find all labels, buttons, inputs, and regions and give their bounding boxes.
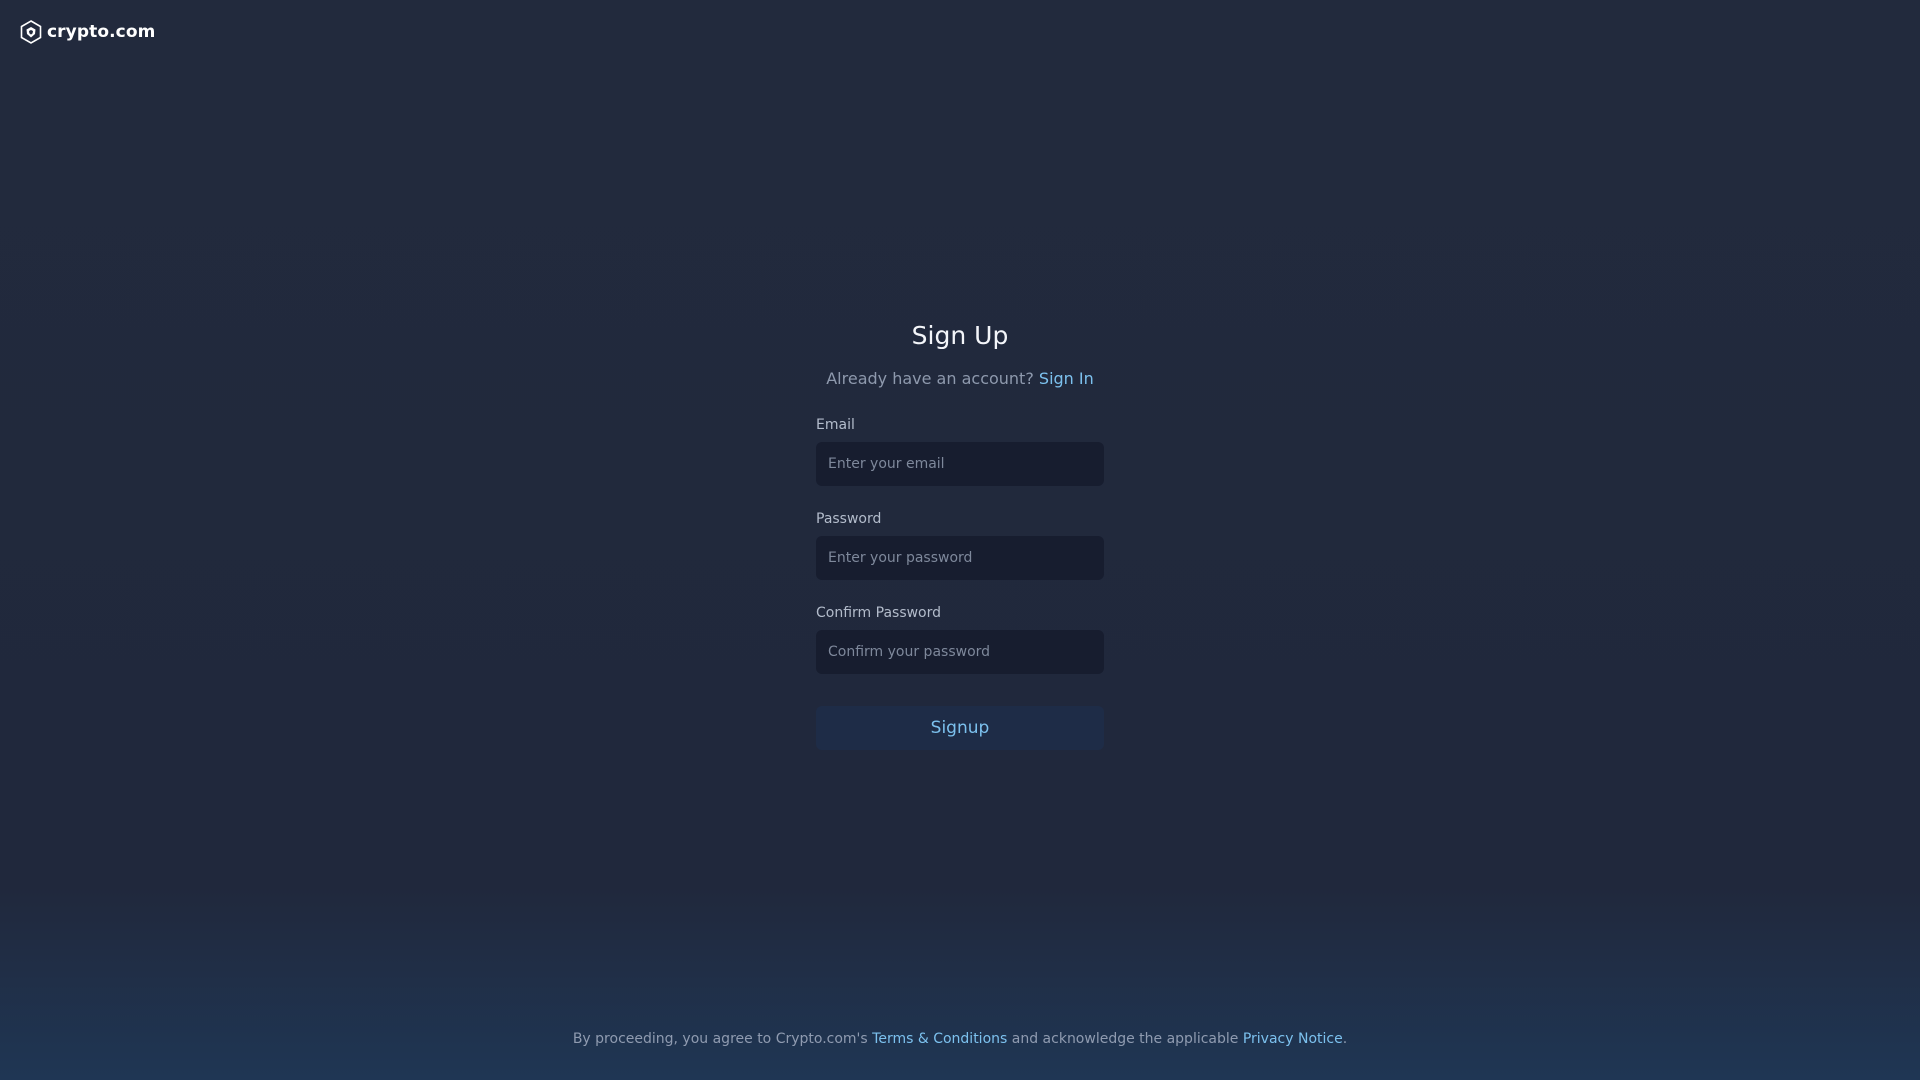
password-field-group: Password — [816, 510, 1104, 580]
confirm-password-input[interactable] — [816, 630, 1104, 674]
page-title: Sign Up — [911, 321, 1009, 350]
signin-prompt-text: Already have an account? — [826, 369, 1034, 388]
password-input[interactable] — [816, 536, 1104, 580]
header-brand: crypto.com — [20, 18, 155, 46]
brand-name: crypto.com — [47, 22, 156, 42]
terms-link[interactable]: Terms & Conditions — [872, 1031, 1007, 1047]
submit-row: Signup — [816, 706, 1104, 750]
footer-middle-text: and acknowledge the applicable — [1011, 1031, 1239, 1047]
legal-footer: By proceeding, you agree to Crypto.com's… — [0, 1031, 1920, 1047]
password-label: Password — [816, 511, 882, 527]
email-input[interactable] — [816, 442, 1104, 486]
crypto-com-logo-icon — [20, 20, 42, 44]
email-field-group: Email — [816, 416, 1104, 486]
signin-link[interactable]: Sign In — [1039, 369, 1094, 388]
footer-suffix-text: . — [1342, 1031, 1348, 1047]
footer-prefix-text: By proceeding, you agree to Crypto.com's — [572, 1031, 868, 1047]
confirm-password-field-group: Confirm Password — [816, 604, 1104, 674]
privacy-link[interactable]: Privacy Notice — [1243, 1031, 1343, 1047]
signup-form: Sign Up Already have an account? Sign In… — [816, 318, 1104, 750]
signup-button[interactable]: Signup — [816, 706, 1104, 750]
signin-prompt: Already have an account? Sign In — [816, 368, 1104, 390]
email-label: Email — [816, 417, 855, 433]
confirm-password-label: Confirm Password — [816, 605, 942, 621]
